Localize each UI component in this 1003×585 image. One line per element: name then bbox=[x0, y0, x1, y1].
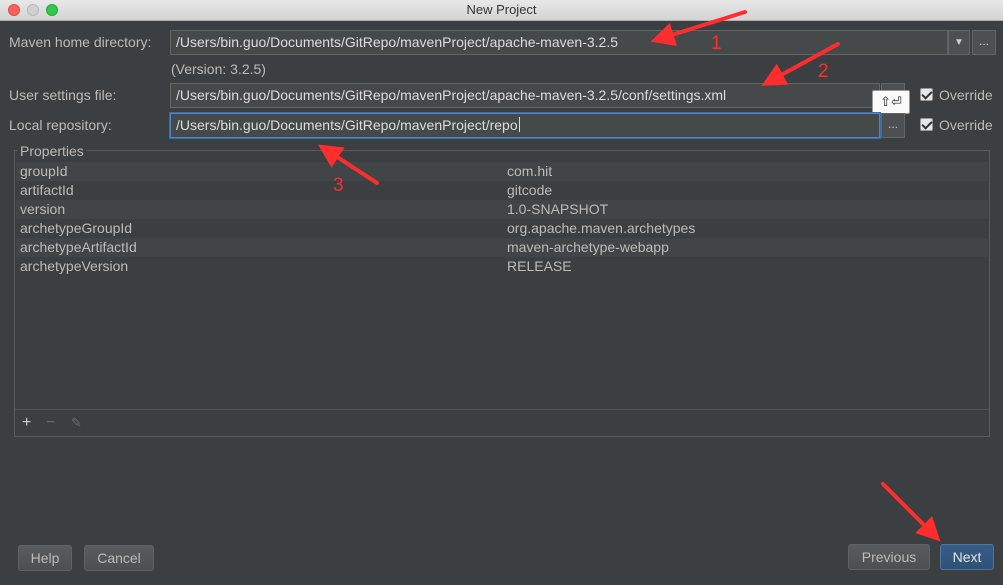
arrow-next bbox=[881, 482, 941, 542]
annotation-number-3: 3 bbox=[333, 175, 344, 196]
annotation-overlay bbox=[317, 10, 941, 542]
annotation-number-2: 2 bbox=[818, 61, 829, 82]
arrow-1 bbox=[650, 10, 747, 46]
annotation-number-1: 1 bbox=[711, 33, 722, 54]
